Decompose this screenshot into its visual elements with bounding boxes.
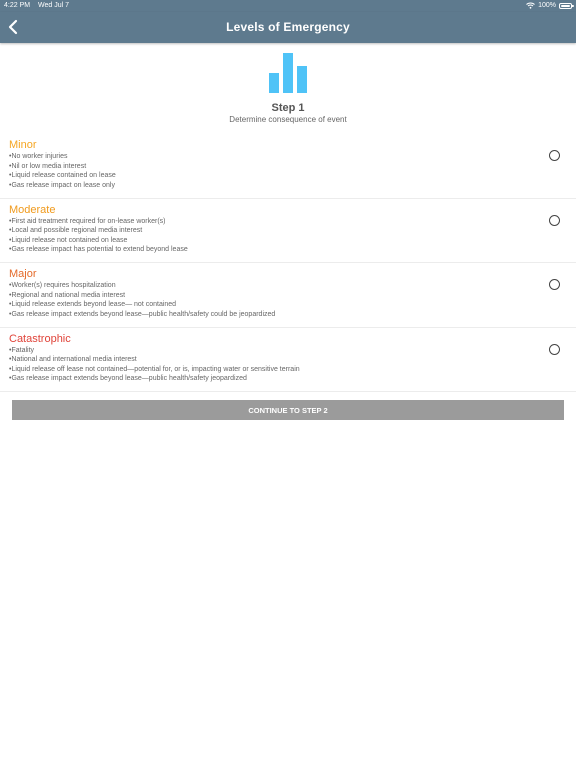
wifi-icon [526,2,535,9]
radio-major[interactable] [549,279,560,290]
level-criterion: •Regional and national media interest [9,291,126,299]
level-title: Minor [9,139,37,151]
level-minor[interactable]: Minor •No worker injuries •Nil or low me… [0,134,576,199]
level-criterion: •Gas release impact extends beyond lease… [9,310,276,318]
bar-chart-icon [269,53,307,93]
level-title: Moderate [9,203,56,216]
status-bar: 4:22 PM Wed Jul 7 100% [0,0,576,12]
radio-moderate[interactable] [549,214,560,226]
hero-bar [269,73,279,93]
level-criterion: •First aid treatment required for on-lea… [9,217,166,225]
level-criterion: •Local and possible regional media inter… [9,227,143,234]
continue-button[interactable]: CONTINUE TO STEP 2 [12,400,564,420]
level-criterion: •Nil or low media interest [9,162,87,170]
level-major[interactable]: Major •Worker(s) requires hospitalizatio… [0,263,576,328]
level-catastrophic[interactable]: Catastrophic •Fatality •National and int… [0,328,576,392]
level-criterion: •National and international media intere… [9,356,137,363]
level-title: Catastrophic [9,332,71,345]
emergency-level-list: Minor •No worker injuries •Nil or low me… [0,134,576,392]
level-criterion: •Liquid release contained on lease [9,172,116,179]
page-title: Levels of Emergency [226,20,350,34]
battery-percent: 100% [538,2,556,9]
hero-bar [283,53,293,93]
level-criterion: •Liquid release not contained on lease [9,236,128,244]
level-criterion: •Gas release impact extends beyond lease… [9,375,247,382]
level-criterion: •Gas release impact on lease only [9,181,115,189]
radio-minor[interactable] [549,150,560,161]
status-date: Wed Jul 7 [38,2,70,9]
level-criterion: •Fatality [9,346,35,354]
level-criterion: •Worker(s) requires hospitalization [9,282,116,289]
level-title: Major [9,268,37,280]
navigation-bar: Levels of Emergency [0,12,576,43]
step-subtitle: Determine consequence of event [229,115,347,124]
status-time: 4:22 PM [4,2,31,9]
status-left: 4:22 PM Wed Jul 7 [4,2,75,9]
hero-bar [297,66,307,93]
level-criterion: •No worker injuries [9,153,68,160]
battery-icon [559,2,574,9]
level-criterion: •Gas release impact has potential to ext… [9,246,188,253]
level-criterion: •Liquid release extends beyond lease— no… [9,301,177,308]
step-header: Step 1 Determine consequence of event [0,52,576,124]
level-moderate[interactable]: Moderate •First aid treatment required f… [0,199,576,263]
step-title: Step 1 [271,102,305,114]
status-right: 100% [526,2,574,9]
radio-catastrophic[interactable] [549,343,560,355]
level-criterion: •Liquid release off lease not contained—… [9,365,300,373]
